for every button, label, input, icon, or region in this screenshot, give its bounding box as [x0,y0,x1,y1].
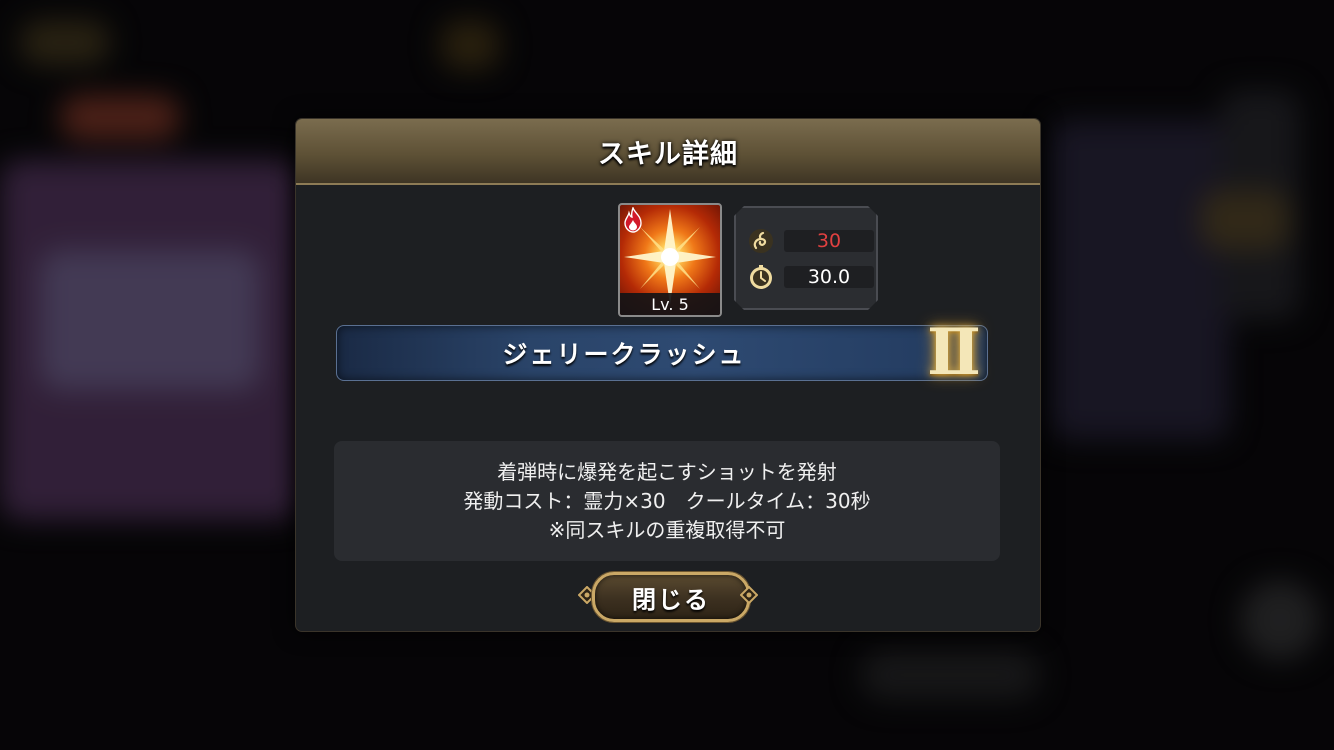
skill-level: Lv. 5 [620,293,720,315]
stopwatch-icon [748,264,774,290]
skill-name: ジェリークラッシュ [502,340,746,369]
cooldown-value: 30.0 [784,266,874,288]
skill-name-banner: ジェリークラッシュ [336,325,988,381]
cost-value: 30 [784,230,874,252]
skill-icon: Lv. 5 [618,203,722,317]
close-button-wrap: 閉じる [578,569,758,622]
ornament-right-icon [740,586,758,604]
skill-stats-box: 30 30.0 [734,206,878,310]
skill-detail-dialog: スキル詳細 Lv. 5 30 30.0 ジェリークラッシュ Ⅱ 着弾時に爆発を起… [296,119,1040,631]
spirit-icon [748,228,774,254]
close-button[interactable]: 閉じる [592,572,750,622]
cost-row: 30 [746,226,864,256]
dialog-header: スキル詳細 [296,119,1040,185]
cooldown-row: 30.0 [746,262,864,292]
skill-rank-badge: Ⅱ [927,314,981,390]
description-line: ※同スキルの重複取得不可 [548,517,786,542]
close-button-label: 閉じる [632,585,710,614]
fire-icon [624,207,642,233]
skill-description: 着弾時に爆発を起こすショットを発射 発動コスト：霊力×30 クールタイム：30秒… [334,441,1000,561]
description-line: 発動コスト：霊力×30 クールタイム：30秒 [463,488,871,513]
description-line: 着弾時に爆発を起こすショットを発射 [497,459,837,484]
dialog-title: スキル詳細 [598,138,738,170]
